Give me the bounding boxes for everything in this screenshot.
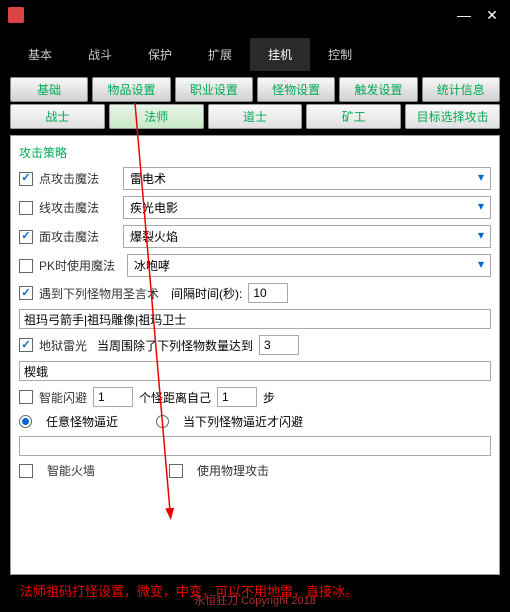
dodge-num-input[interactable]: [93, 387, 133, 407]
dodge-checkbox[interactable]: [19, 390, 33, 404]
sub-tab-2[interactable]: 职业设置: [175, 77, 253, 102]
area-attack-select[interactable]: 爆裂火焰: [123, 225, 491, 248]
point-attack-label: 点攻击魔法: [39, 170, 99, 187]
radio-listed-label: 当下列怪物逼近才闪避: [183, 413, 303, 430]
radio-any-monster[interactable]: [19, 415, 32, 428]
area-attack-checkbox[interactable]: [19, 230, 33, 244]
pk-magic-label: PK时使用魔法: [39, 257, 115, 274]
shengyanshu-checkbox[interactable]: [19, 286, 33, 300]
class-tab-2[interactable]: 道士: [208, 104, 303, 129]
dodge-suffix-label: 步: [263, 389, 275, 406]
dodge-mid-label: 个怪距离自己: [139, 389, 211, 406]
line-attack-checkbox[interactable]: [19, 201, 33, 215]
line-attack-label: 线攻击魔法: [39, 199, 99, 216]
dodge-dist-input[interactable]: [217, 387, 257, 407]
main-tab-3[interactable]: 扩展: [190, 38, 250, 71]
copyright-footer: 永恒狂刀 Copyright 2018: [0, 592, 510, 608]
class-tab-1[interactable]: 法师: [109, 104, 204, 129]
class-tabs: 战士法师道士矿工目标选择攻击: [10, 104, 500, 129]
diyu-cond-label: 当周围除了下列怪物数量达到: [97, 337, 253, 354]
titlebar: — ✕: [0, 0, 510, 30]
minimize-button[interactable]: —: [450, 4, 478, 26]
app-icon: [8, 7, 24, 23]
interval-label: 间隔时间(秒):: [171, 285, 242, 302]
firewall-checkbox[interactable]: [19, 464, 33, 478]
radio-any-label: 任意怪物逼近: [46, 413, 118, 430]
interval-input[interactable]: [248, 283, 288, 303]
main-tab-5[interactable]: 控制: [310, 38, 370, 71]
monster-list-3[interactable]: [19, 436, 491, 456]
main-tab-2[interactable]: 保护: [130, 38, 190, 71]
close-button[interactable]: ✕: [478, 4, 506, 26]
main-tab-0[interactable]: 基本: [10, 38, 70, 71]
sub-tab-1[interactable]: 物品设置: [92, 77, 170, 102]
pk-magic-select[interactable]: 冰咆哮: [127, 254, 491, 277]
area-attack-label: 面攻击魔法: [39, 228, 99, 245]
main-tabs: 基本战斗保护扩展挂机控制: [0, 30, 510, 71]
diyu-label: 地狱雷光: [39, 337, 87, 354]
point-attack-select[interactable]: 雷电术: [123, 167, 491, 190]
pk-magic-checkbox[interactable]: [19, 259, 33, 273]
physical-label: 使用物理攻击: [197, 462, 269, 479]
main-tab-1[interactable]: 战斗: [70, 38, 130, 71]
diyu-count-input[interactable]: [259, 335, 299, 355]
sub-tab-0[interactable]: 基础: [10, 77, 88, 102]
class-tab-3[interactable]: 矿工: [306, 104, 401, 129]
monster-list-2[interactable]: [19, 361, 491, 381]
physical-checkbox[interactable]: [169, 464, 183, 478]
monster-list-1[interactable]: [19, 309, 491, 329]
settings-panel: 攻击策略 点攻击魔法 雷电术 线攻击魔法 疾光电影 面攻击魔法 爆裂火焰 PK时…: [10, 135, 500, 575]
diyu-checkbox[interactable]: [19, 338, 33, 352]
main-tab-4[interactable]: 挂机: [250, 38, 310, 71]
point-attack-checkbox[interactable]: [19, 172, 33, 186]
shengyanshu-label: 遇到下列怪物用圣言术: [39, 285, 159, 302]
section-title: 攻击策略: [19, 144, 491, 161]
sub-tab-3[interactable]: 怪物设置: [257, 77, 335, 102]
sub-tabs: 基础物品设置职业设置怪物设置触发设置统计信息: [10, 77, 500, 102]
firewall-label: 智能火墙: [47, 462, 95, 479]
dodge-label: 智能闪避: [39, 389, 87, 406]
class-tab-4[interactable]: 目标选择攻击: [405, 104, 500, 129]
class-tab-0[interactable]: 战士: [10, 104, 105, 129]
radio-listed-monster[interactable]: [156, 415, 169, 428]
line-attack-select[interactable]: 疾光电影: [123, 196, 491, 219]
sub-tab-5[interactable]: 统计信息: [422, 77, 500, 102]
sub-tab-4[interactable]: 触发设置: [339, 77, 417, 102]
